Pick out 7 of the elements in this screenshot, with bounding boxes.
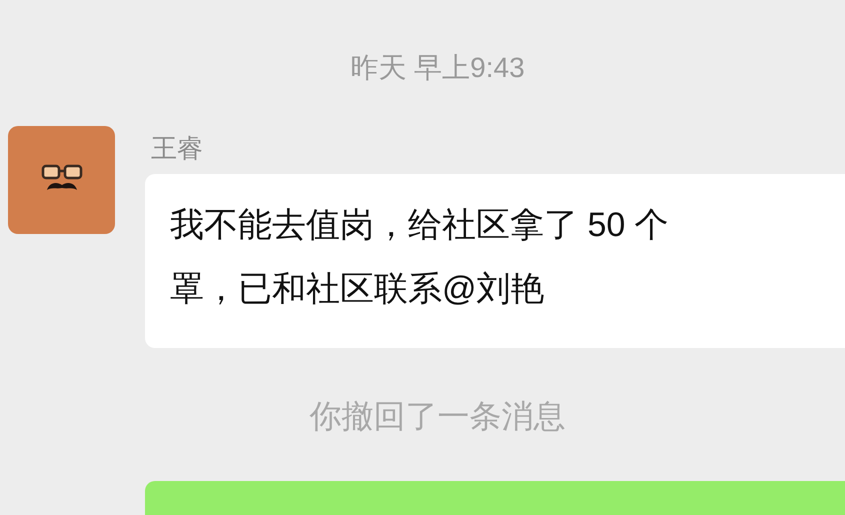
timestamp: 昨天 早上9:43 <box>350 51 525 85</box>
sender-name: 王睿 <box>151 132 204 164</box>
avatar[interactable] <box>8 126 115 234</box>
message-bubble[interactable]: 我不能去值岗，给社区拿了 50 个 罩，已和社区联系@刘艳 <box>145 174 845 348</box>
message-text: 罩，已和社区联系@刘艳 <box>170 269 546 310</box>
recall-notice: 你撤回了一条消息 <box>310 397 566 436</box>
message-text: 我不能去值岗，给社区拿了 50 个 <box>170 205 670 246</box>
